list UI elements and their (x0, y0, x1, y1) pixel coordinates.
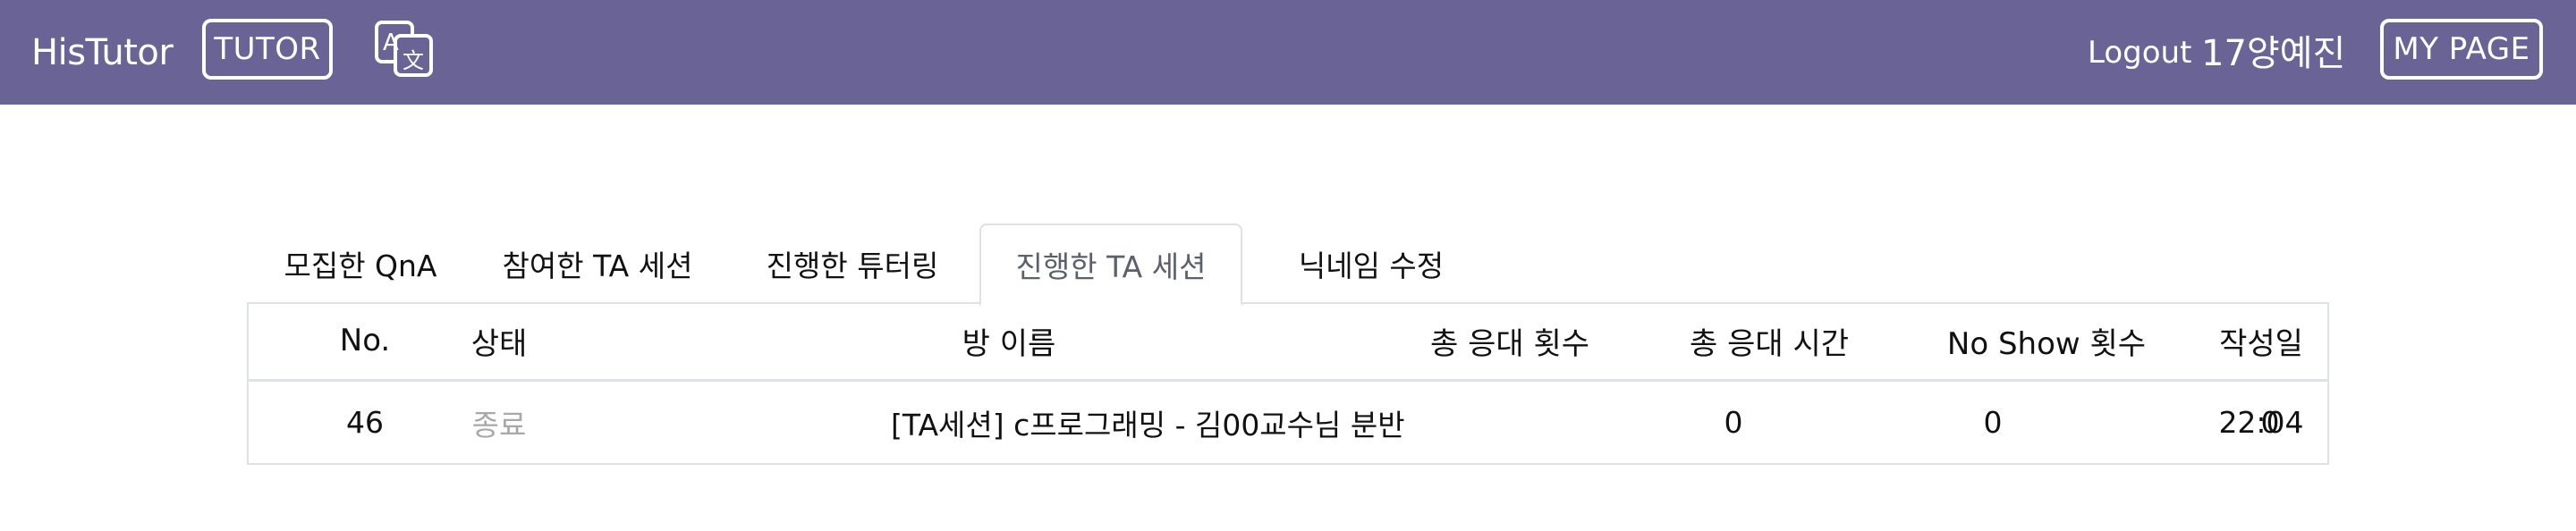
cell-created: 22:04 (2218, 405, 2304, 440)
username-label: 17양예진 (2201, 33, 2346, 74)
svg-text:文: 文 (402, 48, 424, 73)
svg-text:A: A (383, 30, 399, 56)
cell-total-time: 0 (1983, 405, 2003, 440)
logout-link[interactable]: Logout (2088, 0, 2191, 105)
header-no: No. (339, 323, 391, 358)
cell-total-responses: 0 (1724, 405, 1743, 440)
tab-joined-ta-session[interactable]: 참여한 TA 세션 (479, 223, 716, 304)
tab-recruited-qna[interactable]: 모집한 QnA (259, 223, 462, 304)
header-status: 상태 (470, 325, 528, 362)
mypage-tabs: 모집한 QnA 참여한 TA 세션 진행한 튜터링 진행한 TA 세션 닉네임 … (249, 223, 2329, 306)
translate-icon[interactable]: A 文 (374, 20, 435, 79)
tab-conducted-ta-session[interactable]: 진행한 TA 세션 (979, 223, 1242, 306)
header-total-time: 총 응대 시간 (1689, 325, 1849, 362)
mypage-button[interactable]: MY PAGE (2380, 19, 2543, 80)
ta-session-table: No. 상태 방 이름 총 응대 횟수 총 응대 시간 No Show 횟수 작… (247, 302, 2329, 465)
cell-status: 종료 (471, 407, 527, 442)
tab-edit-nickname[interactable]: 닉네임 수정 (1259, 223, 1483, 304)
tab-conducted-tutoring[interactable]: 진행한 튜터링 (750, 223, 955, 304)
header-no-show: No Show 횟수 (1946, 325, 2147, 362)
tutor-button[interactable]: TUTOR (202, 19, 333, 80)
table-header-row: No. 상태 방 이름 총 응대 횟수 총 응대 시간 No Show 횟수 작… (249, 302, 2327, 382)
brand-logo[interactable]: HisTutor (31, 0, 174, 105)
cell-no: 46 (346, 405, 384, 440)
room-name-text[interactable]: [TA세션] c프로그래밍 - 김00교수님 분반 (891, 401, 1405, 444)
top-navbar: HisTutor TUTOR A 文 Logout 17양예진 MY PAGE (0, 0, 2576, 105)
table-row[interactable]: 46 종료 [TA세션] c프로그래밍 - 김00교수님 분반 0 0 0 22… (249, 382, 2327, 463)
header-room-name: 방 이름 (962, 325, 1056, 362)
header-total-responses: 총 응대 횟수 (1429, 325, 1589, 362)
header-created: 작성일 (2219, 325, 2303, 362)
cell-room-name[interactable]: [TA세션] c프로그래밍 - 김00교수님 분반 (642, 382, 1405, 463)
